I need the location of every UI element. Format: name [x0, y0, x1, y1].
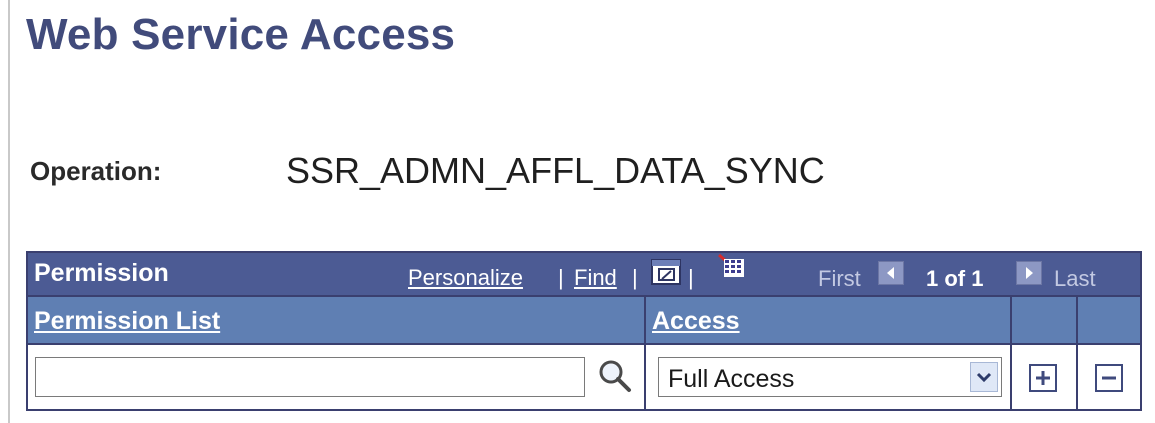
row-divider [28, 343, 1140, 345]
column-header-access: Access [646, 297, 1010, 343]
header-separator: | [688, 265, 694, 290]
arrow-right-icon [1016, 261, 1042, 285]
access-select-value: Full Access [668, 365, 795, 393]
operation-value: SSR_ADMN_AFFL_DATA_SYNC [286, 150, 825, 191]
permission-list-input[interactable] [35, 357, 585, 397]
access-select[interactable]: Full Access [658, 357, 1002, 397]
search-icon[interactable] [596, 357, 634, 400]
spreadsheet-icon[interactable] [714, 251, 750, 290]
find-link[interactable]: Find [574, 265, 617, 291]
sort-permission-list-link[interactable]: Permission List [34, 307, 220, 336]
sort-access-link[interactable]: Access [652, 307, 740, 336]
arrow-left-icon [878, 261, 904, 285]
personalize-link[interactable]: Personalize [408, 265, 523, 291]
add-row-button[interactable] [1029, 364, 1057, 392]
header-separator: | [558, 265, 564, 290]
grid-title: Permission [34, 259, 169, 287]
chevron-down-icon[interactable] [970, 362, 998, 392]
column-divider [644, 297, 646, 409]
first-label: First [818, 266, 861, 291]
operation-label: Operation: [30, 156, 162, 186]
column-header-permission-list: Permission List [28, 297, 644, 343]
permission-grid: Permission Personalize | Find | | First … [26, 251, 1142, 411]
new-window-icon[interactable] [650, 258, 684, 293]
plus-icon [1036, 371, 1050, 385]
grid-header: Permission Personalize | Find | | First … [28, 253, 1140, 295]
column-divider [1076, 297, 1078, 409]
column-header-delete [1078, 297, 1140, 343]
row-count: 1 of 1 [926, 266, 984, 291]
header-separator: | [632, 265, 638, 290]
page-title: Web Service Access [26, 10, 456, 59]
minus-icon [1102, 376, 1116, 380]
column-divider [1010, 297, 1012, 409]
delete-row-button[interactable] [1095, 364, 1123, 392]
last-label: Last [1054, 266, 1096, 291]
left-edge-rule [8, 0, 10, 423]
column-header-add [1012, 297, 1076, 343]
